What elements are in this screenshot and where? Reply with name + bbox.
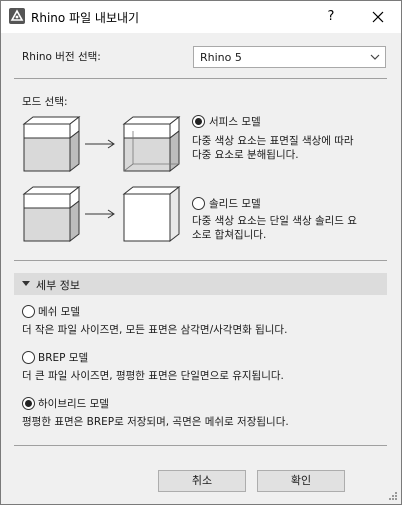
mode-label: 모드 선택:: [22, 96, 68, 108]
surface-model-illustration: [22, 115, 181, 173]
mesh-model-description: 더 작은 파일 사이즈면, 모든 표면은 삼각면/사각면화 됩니다.: [22, 324, 288, 336]
details-section-header[interactable]: 세부 정보: [14, 273, 387, 295]
solid-block-icon: [22, 115, 81, 173]
hybrid-model-label: 하이브리드 모델: [38, 398, 109, 410]
hybrid-model-description: 평평한 표면은 BREP로 저장되며, 곡면은 메쉬로 저장됩니다.: [22, 416, 289, 428]
arrow-right-icon: [85, 139, 115, 149]
title-bar: Rhino 파일 내보내기 ?: [1, 1, 401, 33]
surface-model-label: 서피스 모델: [209, 116, 261, 128]
chevron-down-icon: [370, 54, 380, 60]
export-dialog: Rhino 파일 내보내기 ? Rhino 버전 선택: Rhino 5 모드 …: [0, 0, 402, 505]
surface-block-icon: [122, 115, 181, 173]
brep-model-radio[interactable]: [22, 351, 35, 364]
cancel-button[interactable]: 취소: [158, 470, 246, 492]
solid-model-illustration: [22, 185, 181, 243]
radio-selected-dot: [25, 400, 32, 407]
solid-model-label: 솔리드 모델: [209, 198, 261, 210]
version-dropdown[interactable]: Rhino 5: [193, 46, 386, 68]
window-title: Rhino 파일 내보내기: [31, 11, 140, 25]
collapse-triangle-icon: [22, 281, 30, 286]
hybrid-model-radio[interactable]: [22, 397, 35, 410]
help-button[interactable]: ?: [319, 6, 343, 28]
divider: [14, 260, 387, 261]
archicad-app-icon: [9, 8, 25, 24]
surface-model-radio[interactable]: [192, 115, 205, 128]
mesh-model-label: 메쉬 모델: [38, 306, 80, 318]
mesh-model-radio[interactable]: [22, 305, 35, 318]
surface-model-description-line-2: 다중 요소로 분해됩니다.: [192, 149, 299, 161]
brep-model-label: BREP 모델: [38, 352, 89, 364]
arrow-right-icon: [85, 209, 115, 219]
radio-selected-dot: [195, 118, 202, 125]
details-section-title: 세부 정보: [36, 279, 80, 292]
close-icon[interactable]: [363, 5, 393, 29]
brep-model-description: 더 큰 파일 사이즈면, 평평한 표면은 단일면으로 유지됩니다.: [22, 370, 284, 382]
ok-button[interactable]: 확인: [257, 470, 345, 492]
divider: [14, 445, 387, 446]
solid-model-description-line-1: 다중 색상 요소는 단일 색상 솔리드 요: [192, 215, 357, 227]
divider: [14, 78, 387, 79]
version-dropdown-value: Rhino 5: [200, 51, 242, 64]
solid-block-icon: [22, 185, 81, 243]
solid-model-description-line-2: 소로 합쳐집니다.: [192, 229, 267, 241]
solid-model-radio[interactable]: [192, 197, 205, 210]
merged-solid-block-icon: [122, 185, 181, 243]
resize-grip-icon[interactable]: [388, 491, 398, 501]
version-label: Rhino 버전 선택:: [22, 51, 101, 63]
surface-model-description-line-1: 다중 색상 요소는 표면질 색상에 따라: [192, 135, 354, 147]
